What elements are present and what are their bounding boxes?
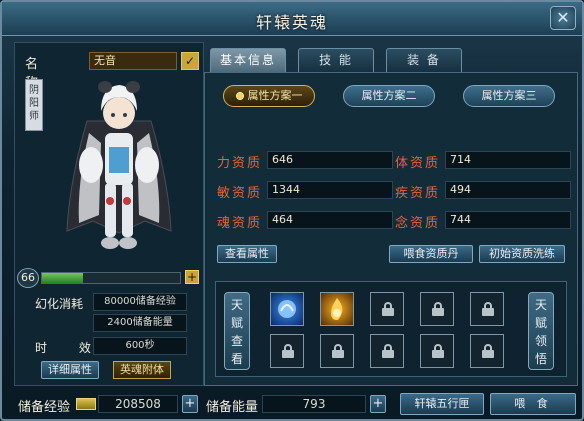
water-orb-icon (278, 300, 296, 318)
consume-energy-value: 2400储备能量 (93, 314, 187, 332)
aptitude-value-speed: 494 (445, 181, 571, 199)
lock-icon (432, 344, 444, 358)
energy-add-button[interactable]: + (370, 395, 386, 413)
level-progress-fill (42, 273, 84, 283)
tab-equipment[interactable]: 装 备 (386, 48, 462, 72)
class-badge-text: 阴 阳 师 (29, 85, 39, 122)
aptitude-value-agility: 1344 (267, 181, 393, 199)
consume-label: 幻化消耗 (35, 297, 84, 311)
fire-orb-icon (331, 298, 343, 320)
consume-exp-value: 80000储备经验 (93, 293, 187, 311)
talent-slot-locked[interactable] (470, 334, 504, 368)
talent-view-button[interactable]: 天 赋 查 看 (224, 292, 250, 370)
aptitude-label-vitality: 体资质 (395, 156, 441, 171)
energy-reserve-label: 储备能量 (206, 400, 259, 415)
scheme-label-1: 属性方案一 (247, 89, 303, 102)
close-button[interactable]: ✕ (550, 6, 576, 30)
level-row: 66 + (17, 268, 203, 288)
talent-slot-locked[interactable] (370, 334, 404, 368)
level-badge: 66 (17, 268, 39, 288)
aptitude-label-agility: 敏资质 (217, 186, 263, 201)
talent-slot-locked[interactable] (470, 292, 504, 326)
lock-icon (382, 344, 394, 358)
talent-slot-locked[interactable] (320, 334, 354, 368)
talent-slot-locked[interactable] (420, 292, 454, 326)
bottom-bar: 储备经验 208508 + 储备能量 793 + 轩辕五行匣 喂 食 (2, 390, 582, 420)
lock-icon (332, 344, 344, 358)
exp-reserve-icon (76, 398, 96, 410)
talent-area: 天 赋 查 看 天 赋 领 悟 (215, 281, 567, 377)
tab-basic-info[interactable]: 基本信息 (210, 48, 286, 72)
exp-reserve-label: 储备经验 (18, 400, 71, 415)
scheme-button-3[interactable]: 属性方案三 (463, 85, 555, 107)
selected-radio-icon (235, 92, 244, 100)
talent-slot-locked[interactable] (420, 334, 454, 368)
view-attributes-button[interactable]: 查看属性 (217, 245, 277, 263)
wuxing-box-button[interactable]: 轩辕五行匣 (400, 393, 484, 415)
aptitude-value-soul: 464 (267, 211, 393, 229)
character-panel: 名 称 无音 ✓ 阴 阳 师 (14, 42, 204, 386)
talent-comprehend-button[interactable]: 天 赋 领 悟 (528, 292, 554, 370)
level-up-button[interactable]: + (185, 270, 199, 284)
talent-view-label: 天 赋 查 看 (230, 298, 243, 366)
aptitude-value-vitality: 714 (445, 151, 571, 169)
talent-slot-locked[interactable] (270, 334, 304, 368)
aptitude-label-strength: 力资质 (217, 156, 263, 171)
exp-reserve-value: 208508 (98, 395, 178, 413)
energy-reserve-value: 793 (262, 395, 366, 413)
soul-possess-button[interactable]: 英魂附体 (113, 361, 171, 379)
aptitude-label-mind: 念资质 (395, 216, 441, 231)
aptitude-label-soul: 魂资质 (217, 216, 263, 231)
hero-soul-window: 轩辕英魂 ✕ 名 称 无音 ✓ 阴 阳 师 (0, 0, 584, 421)
talent-slot-locked[interactable] (370, 292, 404, 326)
duration-value: 600秒 (93, 337, 187, 355)
scheme-button-2[interactable]: 属性方案二 (343, 85, 435, 107)
detail-attributes-button[interactable]: 详细属性 (41, 361, 99, 379)
aptitude-value-mind: 744 (445, 211, 571, 229)
class-badge: 阴 阳 师 (25, 79, 43, 131)
title-bar[interactable]: 轩辕英魂 ✕ (2, 2, 582, 36)
talent-slot-water[interactable] (270, 292, 304, 326)
feed-button[interactable]: 喂 食 (490, 393, 576, 415)
reset-aptitude-button[interactable]: 初始资质洗练 (479, 245, 565, 263)
name-confirm-button[interactable]: ✓ (181, 52, 199, 70)
aptitude-value-strength: 646 (267, 151, 393, 169)
lock-icon (482, 302, 494, 316)
basic-info-panel: 属性方案一 属性方案二 属性方案三 力资质 646 体资质 714 敏资质 13… (204, 72, 578, 386)
exp-add-button[interactable]: + (182, 395, 198, 413)
feed-aptitude-pill-button[interactable]: 喂食资质丹 (389, 245, 473, 263)
lock-icon (482, 344, 494, 358)
lock-icon (382, 302, 394, 316)
character-portrait (66, 81, 172, 249)
level-progress-bar (41, 272, 181, 284)
scheme-button-1[interactable]: 属性方案一 (223, 85, 315, 107)
talent-slot-fire[interactable] (320, 292, 354, 326)
name-input[interactable]: 无音 (89, 52, 177, 70)
lock-icon (432, 302, 444, 316)
window-title: 轩辕英魂 (255, 13, 328, 32)
aptitude-label-speed: 疾资质 (395, 186, 441, 201)
talent-comprehend-label: 天 赋 领 悟 (534, 298, 547, 366)
tab-skills[interactable]: 技 能 (298, 48, 374, 72)
lock-icon (282, 344, 294, 358)
